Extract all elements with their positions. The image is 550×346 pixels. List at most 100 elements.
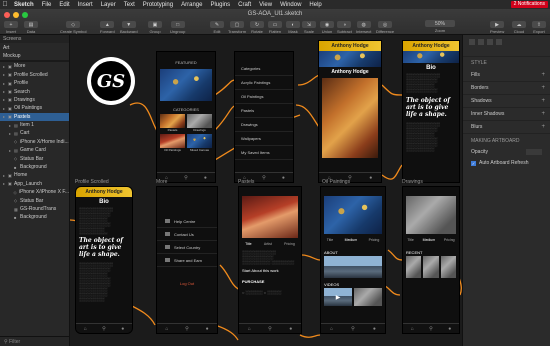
- search-icon[interactable]: ⚲: [102, 326, 106, 332]
- export-button[interactable]: ⇧ Export: [532, 21, 546, 34]
- menu-edit[interactable]: Edit: [55, 2, 73, 8]
- search-icon[interactable]: ⚲: [185, 326, 189, 332]
- user-icon[interactable]: ●: [289, 326, 292, 332]
- layer-row[interactable]: ◇ iPhone X/Home Indi...: [0, 138, 69, 146]
- group-button[interactable]: ▣ Group: [148, 21, 162, 34]
- style-row[interactable]: Fills +: [463, 69, 550, 82]
- layer-row[interactable]: ■ Background: [0, 213, 69, 221]
- user-icon[interactable]: ●: [206, 326, 209, 332]
- style-row[interactable]: Shadows +: [463, 95, 550, 108]
- artboard-profile-scrolled[interactable]: Anthony Hodge Bio ░░░░░░░░░░░░ ░░░░░░░░░…: [75, 186, 133, 334]
- menu-arrange[interactable]: Arrange: [177, 2, 206, 8]
- artboard-label-more[interactable]: More: [156, 179, 167, 185]
- tab-title[interactable]: Title: [327, 238, 333, 242]
- logout-button[interactable]: Log Out: [157, 267, 217, 286]
- layer-row[interactable]: ▸ ▣ App_Launch: [0, 180, 69, 188]
- mask-button[interactable]: ◐ Mask: [286, 21, 300, 34]
- home-icon[interactable]: ⌂: [330, 326, 333, 332]
- layer-row[interactable]: ▦ GS-RoundTrans: [0, 205, 69, 213]
- layer-row[interactable]: ▸ ▣ Home: [0, 171, 69, 179]
- layer-row[interactable]: ▸ ▣ Oil Paintings: [0, 104, 69, 112]
- subtract-button[interactable]: ◑ Subtract: [337, 21, 352, 34]
- insert-button[interactable]: + Insert: [4, 21, 18, 34]
- style-row[interactable]: Blurs +: [463, 121, 550, 134]
- tab-pricing[interactable]: Pricing: [369, 238, 380, 242]
- layer-row[interactable]: ◇ Status Bar: [0, 196, 69, 204]
- align-top-icon[interactable]: [496, 39, 502, 45]
- home-icon[interactable]: ⌂: [411, 326, 414, 332]
- drawing-thumbnail[interactable]: [440, 256, 456, 278]
- ungroup-button[interactable]: □ Ungroup: [170, 21, 185, 34]
- menu-item[interactable]: Oil Paintings: [235, 90, 293, 104]
- page-mockup[interactable]: Mockup: [0, 52, 69, 60]
- video-thumbnail[interactable]: ▶: [324, 288, 352, 306]
- category-card[interactable]: Mixed Canvas: [187, 134, 212, 152]
- plus-icon[interactable]: +: [541, 111, 545, 117]
- plus-icon[interactable]: +: [541, 85, 545, 91]
- artboard-label-drawings[interactable]: Drawings: [402, 179, 423, 185]
- search-icon[interactable]: ⚲: [351, 326, 355, 332]
- layer-row[interactable]: ◇ iPhone X/iPhone X F...: [0, 188, 69, 196]
- user-icon[interactable]: ●: [448, 326, 451, 332]
- menu-window[interactable]: Window: [276, 2, 305, 8]
- cloud-button[interactable]: ☁ Cloud: [512, 21, 526, 34]
- page-art[interactable]: Art: [0, 43, 69, 51]
- gs-logo[interactable]: GS: [87, 57, 135, 105]
- drawing-thumbnail[interactable]: [423, 256, 439, 278]
- layer-row[interactable]: ▸ ▣ Search: [0, 87, 69, 95]
- menu-item[interactable]: Drawings: [235, 118, 293, 132]
- menu-item[interactable]: Wallpapers: [235, 132, 293, 146]
- layer-row[interactable]: ▸ ▣ More: [0, 62, 69, 70]
- intersect-button[interactable]: ◍ Intersect: [356, 21, 371, 34]
- category-card[interactable]: Drawings: [187, 114, 212, 132]
- oil-hero-image[interactable]: [324, 196, 382, 234]
- oil-city-image[interactable]: [324, 256, 382, 278]
- backward-button[interactable]: ▼ Backward: [120, 21, 138, 34]
- drawing-thumbnail[interactable]: [406, 256, 422, 278]
- menu-layer[interactable]: Layer: [97, 2, 120, 8]
- purchase-options[interactable]: ○ ░░░░░░ ○ ░░░░░: [239, 288, 301, 304]
- pastels-caption[interactable]: Start About this work: [239, 266, 301, 275]
- preview-button[interactable]: ▶ Preview: [490, 21, 504, 34]
- tab-artist[interactable]: Artist: [264, 242, 272, 246]
- search-icon[interactable]: ⚲: [429, 326, 433, 332]
- artboard-drawings[interactable]: Title Medium Pricing RECENT ⌂ ⚲ ●: [402, 186, 460, 334]
- edit-button[interactable]: ✎ Edit: [210, 21, 224, 34]
- menu-item[interactable]: Categories: [235, 62, 293, 76]
- home-icon[interactable]: ⌂: [165, 326, 168, 332]
- menu-view[interactable]: View: [255, 2, 276, 8]
- layer-row[interactable]: ▸ ▣ Pastels: [0, 112, 69, 121]
- home-icon[interactable]: ⌂: [84, 326, 87, 332]
- create-symbol-button[interactable]: ◇ Create Symbol: [60, 21, 86, 34]
- video-thumbnail[interactable]: [354, 288, 382, 306]
- zoom-control[interactable]: 50% Zoom: [425, 20, 455, 33]
- pastels-hero-image[interactable]: [242, 196, 298, 238]
- layer-row[interactable]: ▸ ▣ Profile Scrolled: [0, 71, 69, 79]
- tab-medium[interactable]: Medium: [345, 238, 357, 242]
- artboard-oil-paintings[interactable]: Title Medium Pricing ABOUT VIDEOS ▶ ⌂ ⚲ ●: [320, 186, 386, 334]
- menu-text[interactable]: Text: [120, 2, 139, 8]
- canvas[interactable]: GS FEATURED CATEGORIES Pastels Drawings: [70, 35, 462, 346]
- artboard-categories[interactable]: Categories Acrylic Paintings Oil Paintings…: [234, 51, 294, 183]
- notifications-badge[interactable]: 2 Notifications: [510, 1, 548, 8]
- layer-row[interactable]: ▸ ▣ Profile: [0, 79, 69, 87]
- layer-row[interactable]: ▸ ▤ Cart: [0, 129, 69, 137]
- plus-icon[interactable]: +: [541, 72, 545, 78]
- transform-button[interactable]: ▢ Transform: [228, 21, 246, 34]
- user-icon[interactable]: ●: [373, 326, 376, 332]
- zoom-value[interactable]: 50%: [425, 20, 455, 27]
- artboard-home[interactable]: FEATURED CATEGORIES Pastels Drawings Oil…: [156, 51, 216, 183]
- user-icon[interactable]: ●: [121, 326, 124, 332]
- align-left-icon[interactable]: [469, 39, 475, 45]
- tab-title[interactable]: Title: [407, 238, 413, 242]
- menu-app[interactable]: Sketch: [10, 2, 38, 8]
- artboard-label-profile-scrolled[interactable]: Profile Scrolled: [75, 179, 109, 185]
- featured-painting[interactable]: [160, 69, 212, 101]
- more-item[interactable]: Select Country: [157, 241, 217, 254]
- profile-artwork[interactable]: [322, 78, 378, 158]
- difference-button[interactable]: ◎ Difference: [376, 21, 394, 34]
- menu-plugins[interactable]: Plugins: [206, 2, 234, 8]
- menu-item[interactable]: Acrylic Paintings: [235, 76, 293, 90]
- union-button[interactable]: ◉ Union: [320, 21, 334, 34]
- opacity-field[interactable]: [526, 149, 542, 155]
